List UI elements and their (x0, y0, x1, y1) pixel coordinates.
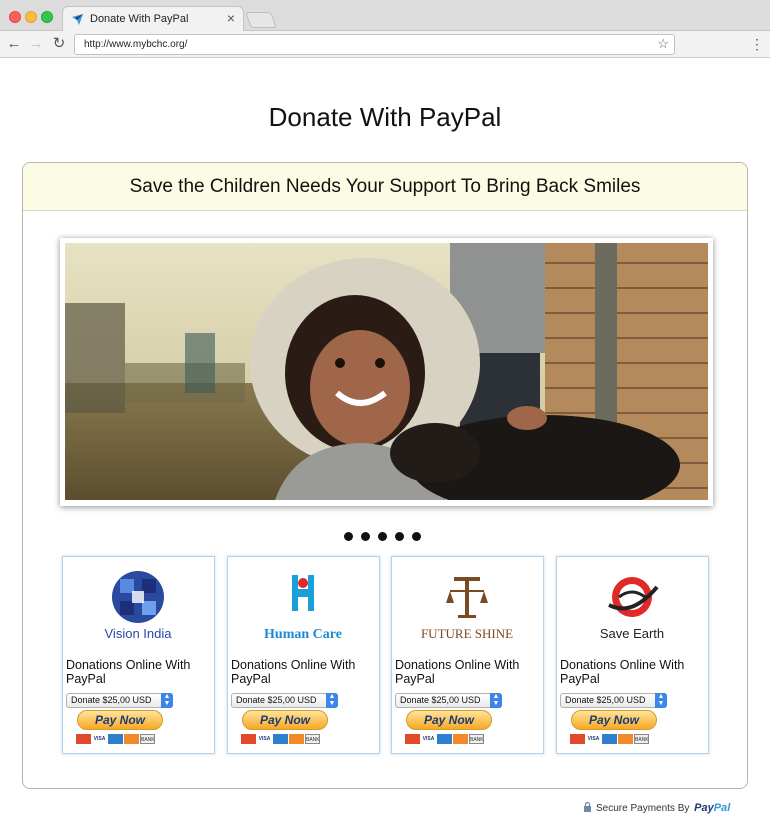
slider-dot-4[interactable] (395, 532, 404, 541)
donation-panel: Save the Children Needs Your Support To … (22, 162, 748, 789)
panel-heading: Save the Children Needs Your Support To … (23, 163, 747, 211)
donation-amount-select[interactable]: Donate $25,00 USD ▲ ▼ (395, 693, 502, 708)
browser-menu-icon[interactable]: ⋮ (750, 35, 764, 53)
vision-india-logo: Vision India (105, 571, 173, 641)
bookmark-star-icon[interactable]: ☆ (657, 36, 669, 52)
tab-donate-with-paypal[interactable]: Donate With PayPal × (62, 6, 244, 32)
pay-now-button[interactable]: Pay Now (571, 710, 657, 730)
select-value: Donate $25,00 USD (400, 695, 481, 705)
address-bar[interactable]: http://www.mybchc.org/ ☆ (74, 34, 675, 55)
secure-payments-text: Secure Payments By (596, 803, 690, 814)
accepted-cards: VISA BANK (76, 734, 156, 745)
minimize-window-button[interactable] (25, 11, 37, 23)
slider-dot-5[interactable] (412, 532, 421, 541)
child-smiling-photo (65, 243, 708, 500)
save-earth-logo: Save Earth (600, 577, 664, 641)
human-care-logo: Human Care (264, 575, 342, 642)
visa-icon: VISA (586, 734, 601, 744)
visa-icon: VISA (421, 734, 436, 744)
pay-now-button[interactable]: Pay Now (242, 710, 328, 730)
accepted-cards: VISA BANK (241, 734, 321, 745)
slider-dot-1[interactable] (344, 532, 353, 541)
lock-icon (584, 802, 591, 812)
amex-icon (108, 734, 123, 744)
pay-now-button[interactable]: Pay Now (77, 710, 163, 730)
select-chevron-icon: ▲ ▼ (326, 693, 338, 708)
svg-text:Human Care: Human Care (264, 627, 342, 642)
donation-card-future-shine: FUTURE SHINE Donations Online With PayPa… (391, 556, 544, 754)
accepted-cards: VISA BANK (405, 734, 485, 745)
reload-icon[interactable]: ↻ (50, 35, 68, 53)
select-value: Donate $25,00 USD (71, 695, 152, 705)
pay-now-button[interactable]: Pay Now (406, 710, 492, 730)
svg-text:Vision India: Vision India (105, 626, 173, 641)
donation-amount-select[interactable]: Donate $25,00 USD ▲ ▼ (560, 693, 667, 708)
close-tab-icon[interactable]: × (227, 10, 235, 26)
donation-card-vision-india: Vision India Donations Online With PayPa… (62, 556, 215, 754)
discover-icon (124, 734, 139, 744)
secure-payments-footer: Secure Payments By PayPal (583, 802, 730, 814)
bank-icon: BANK (469, 734, 484, 744)
donation-amount-select[interactable]: Donate $25,00 USD ▲ ▼ (66, 693, 173, 708)
slider-dot-2[interactable] (361, 532, 370, 541)
select-chevron-icon: ▲ ▼ (490, 693, 502, 708)
tab-title: Donate With PayPal (90, 13, 189, 25)
tab-bar: Donate With PayPal × (0, 0, 770, 32)
accepted-cards: VISA BANK (570, 734, 650, 745)
select-chevron-icon: ▲ ▼ (161, 693, 173, 708)
url-text: http://www.mybchc.org/ (84, 39, 188, 50)
svg-text:FUTURE SHINE: FUTURE SHINE (421, 626, 513, 641)
bank-icon: BANK (634, 734, 649, 744)
donation-amount-select[interactable]: Donate $25,00 USD ▲ ▼ (231, 693, 338, 708)
mastercard-icon (570, 734, 585, 744)
bank-icon: BANK (305, 734, 320, 744)
discover-icon (289, 734, 304, 744)
slider-dot-3[interactable] (378, 532, 387, 541)
paypal-logo-pal: Pal (713, 802, 731, 814)
paypal-logo-pay: Pay (694, 802, 714, 814)
bank-icon: BANK (140, 734, 155, 744)
donation-card-human-care: Human Care Donations Online With PayPal … (227, 556, 380, 754)
forward-arrow-icon[interactable]: → (27, 35, 45, 53)
mastercard-icon (241, 734, 256, 744)
discover-icon (618, 734, 633, 744)
donation-card-save-earth: Save Earth Donations Online With PayPal … (556, 556, 709, 754)
mastercard-icon (405, 734, 420, 744)
discover-icon (453, 734, 468, 744)
visa-icon: VISA (257, 734, 272, 744)
mastercard-icon (76, 734, 91, 744)
new-tab-button[interactable] (245, 12, 277, 28)
image-slider[interactable] (60, 238, 713, 506)
browser-toolbar: ← → ↻ http://www.mybchc.org/ ☆ ⋮ (0, 31, 770, 58)
future-shine-logo: FUTURE SHINE (421, 577, 513, 641)
amex-icon (273, 734, 288, 744)
browser-chrome: Donate With PayPal × ← → ↻ http://www.my… (0, 0, 770, 58)
select-value: Donate $25,00 USD (236, 695, 317, 705)
panel-heading-text: Save the Children Needs Your Support To … (129, 176, 641, 197)
svg-text:Save Earth: Save Earth (600, 626, 664, 641)
card-label: Donations Online With PayPal (231, 658, 356, 686)
slider-pagination (344, 528, 429, 541)
amex-icon (437, 734, 452, 744)
maximize-window-button[interactable] (41, 11, 53, 23)
select-chevron-icon: ▲ ▼ (655, 693, 667, 708)
back-arrow-icon[interactable]: ← (5, 35, 23, 53)
paypal-logo: PayPal (694, 802, 730, 814)
amex-icon (602, 734, 617, 744)
card-label: Donations Online With PayPal (66, 658, 191, 686)
card-label: Donations Online With PayPal (560, 658, 685, 686)
site-favicon-icon (72, 14, 83, 25)
card-label: Donations Online With PayPal (395, 658, 520, 686)
close-window-button[interactable] (9, 11, 21, 23)
visa-icon: VISA (92, 734, 107, 744)
page-title: Donate With PayPal (268, 102, 502, 132)
select-value: Donate $25,00 USD (565, 695, 646, 705)
